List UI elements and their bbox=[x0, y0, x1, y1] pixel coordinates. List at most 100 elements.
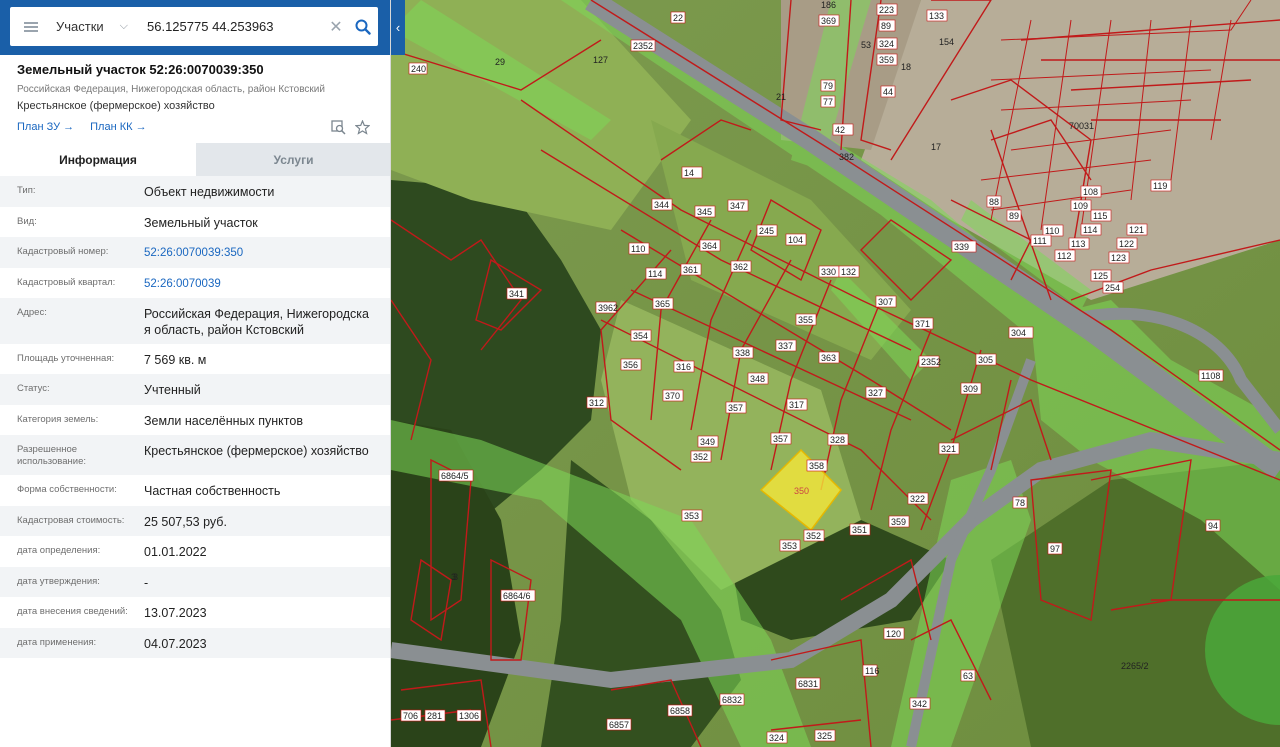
parcel-label: 339 bbox=[951, 240, 977, 253]
svg-text:371: 371 bbox=[915, 319, 930, 329]
parcel-label: 357 bbox=[725, 401, 747, 414]
info-value: - bbox=[144, 576, 149, 590]
tab-information[interactable]: Информация bbox=[0, 143, 196, 176]
favorite-star-icon[interactable] bbox=[354, 119, 371, 140]
zoom-to-icon[interactable] bbox=[331, 120, 346, 140]
parcel-label: 3 bbox=[453, 572, 458, 582]
parcel-label: 342 bbox=[909, 697, 931, 710]
search-input[interactable] bbox=[142, 7, 324, 46]
parcel-label: 17 bbox=[931, 142, 941, 152]
info-label: Тип: bbox=[17, 185, 36, 196]
parcel-label: 110 bbox=[628, 242, 650, 255]
parcel-label: 363 bbox=[818, 351, 840, 364]
parcel-label: 77 bbox=[820, 95, 836, 108]
svg-text:370: 370 bbox=[665, 391, 680, 401]
svg-text:29: 29 bbox=[495, 57, 505, 67]
svg-text:369: 369 bbox=[821, 16, 836, 26]
parcel-label: 347 bbox=[727, 199, 749, 212]
parcel-label: 6858 bbox=[667, 704, 693, 717]
svg-text:104: 104 bbox=[788, 235, 803, 245]
svg-text:706: 706 bbox=[403, 711, 418, 721]
svg-text:342: 342 bbox=[912, 699, 927, 709]
svg-text:21: 21 bbox=[776, 92, 786, 102]
svg-text:94: 94 bbox=[1208, 521, 1218, 531]
parcel-label: 321 bbox=[938, 442, 960, 455]
info-row: Разрешенное использование: Крестьянское (… bbox=[0, 435, 390, 475]
info-table: Тип: Объект недвижимости Вид: Земельный уч… bbox=[0, 176, 390, 658]
svg-text:307: 307 bbox=[878, 297, 893, 307]
info-row: Статус: Учтенный bbox=[0, 374, 390, 405]
plan-zu-link[interactable]: План ЗУ → bbox=[17, 121, 74, 133]
info-label: Площадь уточненная: bbox=[17, 353, 115, 364]
parcel-label: 104 bbox=[785, 233, 807, 246]
cadastral-quarter-link[interactable]: 52:26:0070039 bbox=[144, 268, 390, 298]
parcel-label: 305 bbox=[975, 353, 997, 366]
svg-text:324: 324 bbox=[879, 39, 894, 49]
svg-text:325: 325 bbox=[817, 731, 832, 741]
info-row: Площадь уточненная: 7 569 кв. м bbox=[0, 344, 390, 374]
svg-text:337: 337 bbox=[778, 341, 793, 351]
svg-text:154: 154 bbox=[939, 37, 954, 47]
info-value: Частная собственность bbox=[144, 484, 281, 498]
svg-text:338: 338 bbox=[735, 348, 750, 358]
parcel-label: 108 bbox=[1080, 185, 1102, 198]
svg-text:362: 362 bbox=[733, 262, 748, 272]
parcel-label: 127 bbox=[593, 55, 608, 65]
search-icon bbox=[355, 19, 371, 35]
parcel-label: 337 bbox=[775, 339, 797, 352]
clear-icon[interactable]: ✕ bbox=[324, 17, 348, 37]
svg-text:348: 348 bbox=[750, 374, 765, 384]
selected-parcel-label: 350 bbox=[794, 486, 809, 496]
parcel-label: 348 bbox=[747, 372, 769, 385]
parcel-label: 353 bbox=[779, 539, 801, 552]
parcel-label: 3962 bbox=[595, 301, 618, 314]
svg-text:347: 347 bbox=[730, 201, 745, 211]
svg-text:133: 133 bbox=[929, 11, 944, 21]
parcel-label: 324 bbox=[766, 731, 788, 744]
parcel-label: 114 bbox=[645, 267, 667, 280]
info-row: дата внесения сведений: 13.07.2023 bbox=[0, 597, 390, 628]
svg-text:240: 240 bbox=[411, 64, 426, 74]
svg-text:327: 327 bbox=[868, 388, 883, 398]
tab-services[interactable]: Услуги bbox=[196, 143, 390, 176]
svg-text:88: 88 bbox=[989, 197, 999, 207]
svg-text:112: 112 bbox=[1057, 251, 1071, 261]
parcel-label: 307 bbox=[875, 295, 897, 308]
parcel-label: 6864/5 bbox=[438, 469, 474, 482]
parcel-label: 132 bbox=[838, 265, 860, 278]
svg-text:324: 324 bbox=[769, 733, 784, 743]
parcel-label: 88 bbox=[986, 195, 1002, 208]
menu-button[interactable] bbox=[10, 7, 52, 46]
chevron-down-icon: ⌵ bbox=[119, 20, 129, 32]
parcel-label: 344 bbox=[651, 198, 673, 211]
parcel-label: 357 bbox=[770, 432, 792, 445]
parcel-label: 352 bbox=[803, 529, 825, 542]
layer-select[interactable]: Участки ⌵ bbox=[52, 7, 142, 46]
plan-kk-link[interactable]: План КК → bbox=[90, 121, 146, 133]
svg-text:357: 357 bbox=[773, 434, 788, 444]
svg-text:351: 351 bbox=[852, 525, 867, 535]
svg-text:365: 365 bbox=[655, 299, 670, 309]
parcel-label: 6864/6 bbox=[500, 589, 536, 602]
tabs: Информация Услуги bbox=[0, 143, 390, 176]
parcel-label: 312 bbox=[586, 396, 608, 409]
cadastral-map[interactable]: 350 22 2352 29 127 240 186 369 89 324 35… bbox=[391, 0, 1280, 747]
cadastral-number-link[interactable]: 52:26:0070039:350 bbox=[144, 237, 390, 268]
parcel-label: 304 bbox=[1008, 326, 1034, 339]
svg-text:114: 114 bbox=[1083, 225, 1097, 235]
svg-text:110: 110 bbox=[631, 244, 645, 254]
svg-text:127: 127 bbox=[593, 55, 608, 65]
svg-text:78: 78 bbox=[1015, 498, 1025, 508]
parcel-label: 111 bbox=[1030, 234, 1052, 247]
parcel-label: 89 bbox=[1006, 209, 1022, 222]
map-canvas[interactable]: 350 22 2352 29 127 240 186 369 89 324 35… bbox=[391, 0, 1280, 747]
info-row: Кадастровый квартал: 52:26:0070039 bbox=[0, 268, 390, 298]
info-value: Земли населённых пунктов bbox=[144, 414, 303, 428]
search-button[interactable] bbox=[348, 7, 378, 46]
collapse-panel-button[interactable]: ‹ bbox=[391, 0, 405, 55]
info-label: Кадастровый квартал: bbox=[17, 277, 116, 288]
info-row: Вид: Земельный участок bbox=[0, 207, 390, 237]
info-value: Земельный участок bbox=[144, 216, 258, 230]
svg-text:89: 89 bbox=[881, 21, 891, 31]
svg-text:108: 108 bbox=[1083, 187, 1098, 197]
